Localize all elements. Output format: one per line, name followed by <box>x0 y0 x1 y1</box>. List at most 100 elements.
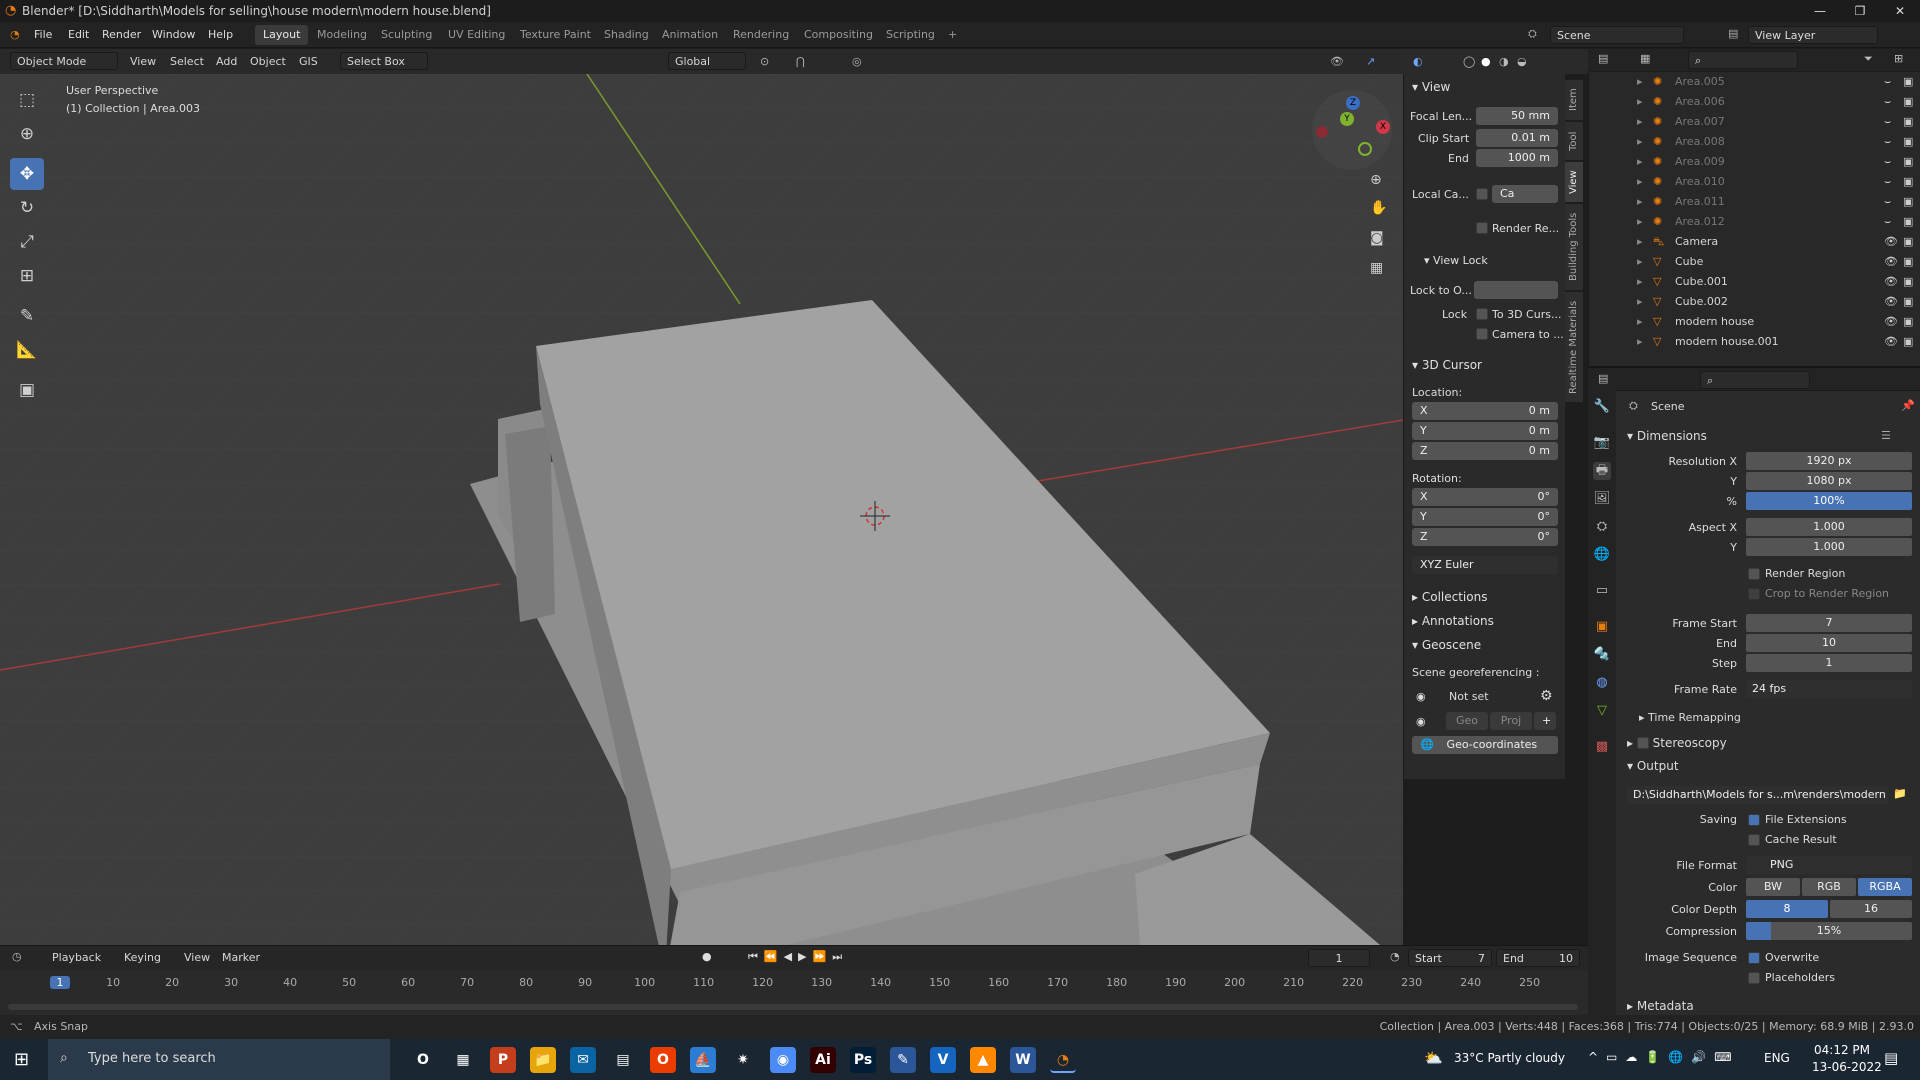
photos-icon[interactable]: ✷ <box>730 1047 756 1073</box>
output-props-icon[interactable]: 🖶 <box>1593 462 1611 480</box>
overwrite-checkbox[interactable] <box>1748 952 1760 964</box>
pan-hand-icon[interactable]: ✋ <box>1370 200 1387 216</box>
geo-coordinates-button[interactable]: 🌐 Geo-coordinates <box>1412 736 1558 754</box>
maximize-button[interactable]: ❐ <box>1840 0 1880 22</box>
cursor-rot-z-field[interactable]: Z 0° <box>1412 528 1558 546</box>
placeholders-checkbox[interactable] <box>1748 972 1760 984</box>
language-indicator[interactable]: ENG <box>1764 1051 1790 1065</box>
menu-marker[interactable]: Marker <box>222 951 260 964</box>
outliner-row[interactable]: ▸ ✺ Area.012 ⌣ ▣ <box>1589 212 1920 232</box>
tab-modeling[interactable]: Modeling <box>309 25 375 45</box>
tab-tool[interactable]: Tool <box>1565 122 1583 160</box>
add-geo-button[interactable]: + <box>1534 712 1556 730</box>
render-camera-icon[interactable]: ▣ <box>1903 152 1913 172</box>
end-frame-field[interactable]: End 10 <box>1496 949 1580 967</box>
expand-arrow-icon[interactable]: ▸ <box>1637 152 1643 172</box>
properties-editor-icon[interactable]: ▤ <box>1598 372 1608 385</box>
stereoscopy-section-title[interactable]: ▸ Stereoscopy <box>1627 735 1727 750</box>
tab-compositing[interactable]: Compositing <box>796 25 881 45</box>
blender-taskbar-icon[interactable]: ◔ <box>1050 1047 1076 1073</box>
rotation-mode-dropdown[interactable]: XYZ Euler <box>1412 556 1558 574</box>
world-props-icon[interactable]: 🌐 <box>1593 546 1611 564</box>
menu-render[interactable]: Render <box>102 28 141 41</box>
clock-time[interactable]: 04:12 PM <box>1814 1043 1870 1057</box>
visibility-eye-icon[interactable]: ⌣ <box>1884 152 1891 172</box>
view-section-title[interactable]: ▾ View <box>1412 80 1450 94</box>
render-camera-icon[interactable]: ▣ <box>1903 72 1913 92</box>
color-bw-button[interactable]: BW <box>1746 878 1800 896</box>
tab-texture-paint[interactable]: Texture Paint <box>512 25 599 45</box>
render-camera-icon[interactable]: ▣ <box>1903 232 1913 252</box>
geo-settings-gear-icon[interactable]: ⚙ <box>1540 688 1553 704</box>
mail-icon[interactable]: ✉ <box>570 1047 596 1073</box>
blender-menu-icon[interactable]: ◔ <box>10 28 20 41</box>
menu-select[interactable]: Select <box>170 52 204 71</box>
color-rgb-button[interactable]: RGB <box>1802 878 1856 896</box>
cortana-icon[interactable]: O <box>410 1047 436 1073</box>
gizmo-z-icon[interactable]: Z <box>1346 96 1360 110</box>
3d-cursor-section-title[interactable]: ▾ 3D Cursor <box>1412 358 1482 372</box>
outliner-row[interactable]: ▸ ▽ Cube 👁 ▣ <box>1589 252 1920 272</box>
add-workspace-button[interactable]: + <box>940 25 965 45</box>
gizmo-neg-x-icon[interactable] <box>1316 126 1328 138</box>
expand-arrow-icon[interactable]: ▸ <box>1637 72 1643 92</box>
zoom-icon[interactable]: ⊕ <box>1370 172 1382 188</box>
minimize-button[interactable]: — <box>1800 0 1840 22</box>
app-icon[interactable]: ⛵ <box>690 1047 716 1073</box>
weather-icon[interactable]: ⛅ <box>1424 1049 1443 1067</box>
expand-arrow-icon[interactable]: ▸ <box>1637 272 1643 292</box>
clock-date[interactable]: 13-06-2022 <box>1812 1060 1882 1074</box>
crop-region-checkbox[interactable] <box>1748 588 1760 600</box>
expand-arrow-icon[interactable]: ▸ <box>1637 292 1643 312</box>
local-camera-checkbox[interactable] <box>1476 188 1488 200</box>
render-props-icon[interactable]: 📷 <box>1593 434 1611 452</box>
tab-layout[interactable]: Layout <box>255 25 309 45</box>
expand-arrow-icon[interactable]: ▸ <box>1637 252 1643 272</box>
tab-scripting[interactable]: Scripting <box>878 25 943 45</box>
visibility-eye-icon[interactable]: 👁 <box>1884 252 1898 272</box>
proportional-edit-icon[interactable]: ◎ <box>852 52 862 71</box>
measure-tool-icon[interactable]: 📐 <box>10 334 44 366</box>
new-collection-icon[interactable]: ⊞ <box>1894 52 1903 65</box>
collection-props-icon[interactable]: ▭ <box>1593 582 1611 600</box>
file-explorer-icon[interactable]: 📁 <box>530 1047 556 1073</box>
notifications-icon[interactable]: ▤ <box>1884 1049 1898 1067</box>
clip-end-field[interactable]: 1000 m <box>1476 149 1558 167</box>
current-frame-field[interactable]: 1 <box>1308 949 1370 967</box>
transform-orientation-dropdown[interactable]: Global <box>668 52 746 70</box>
annotations-section-title[interactable]: ▸ Annotations <box>1412 614 1494 628</box>
navigation-gizmo[interactable]: Z X Y <box>1312 90 1392 170</box>
outliner-row[interactable]: ▸ ✺ Area.010 ⌣ ▣ <box>1589 172 1920 192</box>
menu-timeline-view[interactable]: View <box>184 951 210 964</box>
metadata-section-title[interactable]: ▸ Metadata <box>1627 999 1694 1013</box>
view-lock-title[interactable]: ▾ View Lock <box>1424 254 1488 267</box>
overlays-icon[interactable]: ◐ <box>1413 52 1423 71</box>
render-region-checkbox[interactable] <box>1476 222 1488 234</box>
clock-icon[interactable]: ◔ <box>1390 950 1400 963</box>
tab-realtime-materials[interactable]: Realtime Materials <box>1565 292 1583 402</box>
outliner-row[interactable]: ▸ ⛍ Camera 👁 ▣ <box>1589 232 1920 252</box>
solid-shading-icon[interactable]: ● <box>1481 52 1491 71</box>
outliner-row[interactable]: ▸ ✺ Area.006 ⌣ ▣ <box>1589 92 1920 112</box>
visibility-eye-icon[interactable]: 👁 <box>1884 272 1898 292</box>
scene-selector[interactable]: Scene <box>1550 26 1684 44</box>
store-icon[interactable]: ▤ <box>610 1047 636 1073</box>
output-path-field[interactable]: D:\Siddharth\Models for s...m\renders\mo… <box>1627 786 1889 804</box>
timeline-editor-icon[interactable]: ◷ <box>12 950 22 963</box>
filter-icon[interactable]: ⏷ <box>1864 52 1873 66</box>
visibility-eye-icon[interactable]: 👁 <box>1884 332 1898 352</box>
aspect-y-field[interactable]: 1.000 <box>1746 538 1912 556</box>
outliner-row[interactable]: ▸ ▽ Cube.002 👁 ▣ <box>1589 292 1920 312</box>
frame-rate-dropdown[interactable]: 24 fps <box>1746 680 1912 698</box>
depth-16-button[interactable]: 16 <box>1830 900 1912 918</box>
render-region-checkbox-props[interactable] <box>1748 568 1760 580</box>
data-props-icon[interactable]: ▽ <box>1593 702 1611 720</box>
outliner-row[interactable]: ▸ ▽ modern house.001 👁 ▣ <box>1589 332 1920 352</box>
visibility-eye-icon[interactable]: ⌣ <box>1884 212 1891 232</box>
expand-arrow-icon[interactable]: ▸ <box>1637 332 1643 352</box>
start-frame-field[interactable]: Start 7 <box>1408 949 1492 967</box>
outliner-row[interactable]: ▸ ▽ modern house 👁 ▣ <box>1589 312 1920 332</box>
expand-arrow-icon[interactable]: ▸ <box>1637 112 1643 132</box>
taskbar-search-box[interactable]: ⌕ Type here to search <box>48 1039 390 1080</box>
render-camera-icon[interactable]: ▣ <box>1903 292 1913 312</box>
